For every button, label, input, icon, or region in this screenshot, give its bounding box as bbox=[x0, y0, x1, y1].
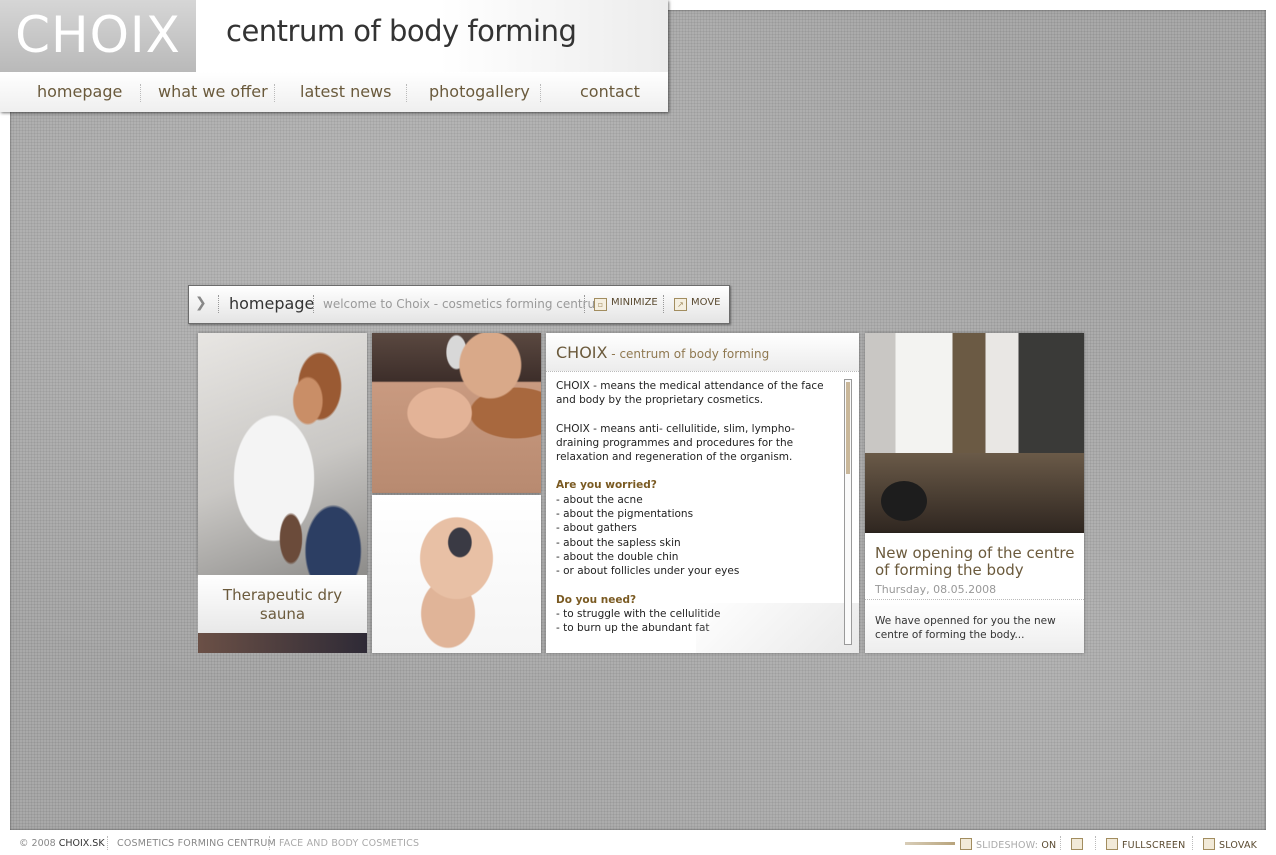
list-item: - about gathers bbox=[556, 522, 637, 535]
list-item: - about the acne bbox=[556, 493, 643, 506]
slideshow-toggle[interactable]: SLIDESHOW: ON bbox=[960, 838, 1056, 851]
news-excerpt: We have openned for you the new centre o… bbox=[875, 615, 1056, 641]
slideshow-slider[interactable] bbox=[905, 842, 955, 845]
language-label: SLOVAK bbox=[1219, 840, 1258, 851]
sauna-caption[interactable]: Therapeutic dry sauna bbox=[198, 575, 367, 633]
footer-divider bbox=[1060, 836, 1061, 850]
copyright-prefix: © 2008 bbox=[19, 838, 59, 849]
logo[interactable]: CHOIX bbox=[0, 0, 196, 72]
fullscreen-label: FULLSCREEN bbox=[1122, 840, 1186, 851]
intro-paragraph: CHOIX - means the medical attendance of … bbox=[556, 380, 824, 407]
copyright-site-link[interactable]: CHOIX.SK bbox=[59, 838, 105, 849]
nav-latest-news[interactable]: latest news bbox=[300, 82, 391, 101]
move-button[interactable]: ↗ MOVE bbox=[674, 297, 720, 311]
site-tagline: centrum of body forming bbox=[226, 14, 577, 48]
sauna-caption-line1: Therapeutic dry bbox=[222, 586, 343, 604]
news-divider bbox=[865, 599, 1084, 600]
news-title[interactable]: New opening of the centre of forming the… bbox=[875, 545, 1075, 579]
list-item: - or about follicles under your eyes bbox=[556, 565, 740, 578]
news-panel[interactable]: New opening of the centre of forming the… bbox=[865, 533, 1084, 653]
titlebar-divider bbox=[218, 295, 219, 313]
list-item: - about the pigmentations bbox=[556, 508, 694, 521]
sauna-photo[interactable] bbox=[198, 333, 367, 575]
scrollbar-thumb[interactable] bbox=[846, 382, 850, 474]
site-header: CHOIX centrum of body forming homepage w… bbox=[0, 0, 668, 112]
intro-scrollbar[interactable] bbox=[844, 379, 852, 645]
copyright: © 2008 CHOIX.SK bbox=[19, 838, 105, 849]
corridor-photo[interactable] bbox=[865, 333, 1084, 533]
titlebar-divider bbox=[584, 295, 585, 313]
footer-divider bbox=[107, 836, 108, 850]
nav-photogallery[interactable]: photogallery bbox=[429, 82, 530, 101]
intro-brand: CHOIX - centrum of body forming bbox=[556, 343, 769, 362]
worries-heading: Are you worried? bbox=[556, 479, 657, 492]
intro-brand-name: CHOIX bbox=[556, 343, 608, 362]
facial-treatment-photo[interactable] bbox=[372, 333, 541, 493]
intro-paragraph: CHOIX - means anti- cellulitide, slim, l… bbox=[556, 422, 795, 464]
minimize-label: MINIMIZE bbox=[611, 297, 658, 308]
slideshow-label: SLIDESHOW: bbox=[976, 840, 1042, 851]
move-icon: ↗ bbox=[674, 298, 687, 311]
footer-link-face-body[interactable]: FACE AND BODY COSMETICS bbox=[279, 838, 419, 849]
nav-divider bbox=[140, 84, 141, 102]
slideshow-icon bbox=[960, 838, 972, 850]
music-icon bbox=[1071, 838, 1083, 850]
window-titlebar[interactable]: ❯ homepage welcome to Choix - cosmetics … bbox=[188, 285, 730, 324]
intro-panel: CHOIX - centrum of body forming CHOIX - … bbox=[546, 333, 859, 653]
fullscreen-icon bbox=[1106, 838, 1118, 850]
slideshow-state: ON bbox=[1041, 840, 1057, 851]
nav-divider bbox=[406, 84, 407, 102]
nav-what-we-offer[interactable]: what we offer bbox=[158, 82, 268, 101]
sauna-photo-bottom bbox=[198, 633, 367, 653]
news-date: Thursday, 08.05.2008 bbox=[875, 583, 997, 596]
main-nav: homepage what we offer latest news photo… bbox=[0, 72, 668, 112]
chevron-right-icon[interactable]: ❯ bbox=[195, 295, 207, 311]
nav-divider bbox=[274, 84, 275, 102]
sauna-caption-line2: sauna bbox=[259, 605, 306, 623]
window-subtitle: welcome to Choix - cosmetics forming cen… bbox=[323, 297, 607, 311]
worries-list: - about the acne - about the pigmentatio… bbox=[556, 493, 826, 579]
nav-homepage[interactable]: homepage bbox=[37, 82, 122, 101]
intro-header: CHOIX - centrum of body forming bbox=[546, 333, 859, 372]
footer-divider bbox=[269, 836, 270, 850]
list-item: - about the sapless skin bbox=[556, 536, 681, 549]
move-label: MOVE bbox=[691, 297, 721, 308]
music-button[interactable] bbox=[1071, 838, 1087, 851]
minimize-button[interactable]: ▫ MINIMIZE bbox=[594, 297, 658, 311]
language-button[interactable]: SLOVAK bbox=[1203, 838, 1257, 851]
language-icon bbox=[1203, 838, 1215, 850]
minimize-icon: ▫ bbox=[594, 298, 607, 311]
fullscreen-button[interactable]: FULLSCREEN bbox=[1106, 838, 1185, 851]
intro-fade bbox=[696, 603, 859, 653]
footer-divider bbox=[1095, 836, 1096, 850]
nav-contact[interactable]: contact bbox=[580, 82, 640, 101]
list-item: - about the double chin bbox=[556, 550, 679, 563]
titlebar-divider bbox=[313, 295, 314, 313]
nav-divider bbox=[540, 84, 541, 102]
footer-link-cosmetics[interactable]: COSMETICS FORMING CENTRUM bbox=[117, 838, 276, 849]
window-title: homepage bbox=[229, 294, 315, 313]
intro-brand-sub: - centrum of body forming bbox=[607, 347, 770, 361]
body-measure-photo[interactable] bbox=[372, 495, 541, 653]
titlebar-divider bbox=[663, 295, 664, 313]
footer-divider bbox=[1192, 836, 1193, 850]
logo-text: CHOIX bbox=[15, 6, 181, 64]
